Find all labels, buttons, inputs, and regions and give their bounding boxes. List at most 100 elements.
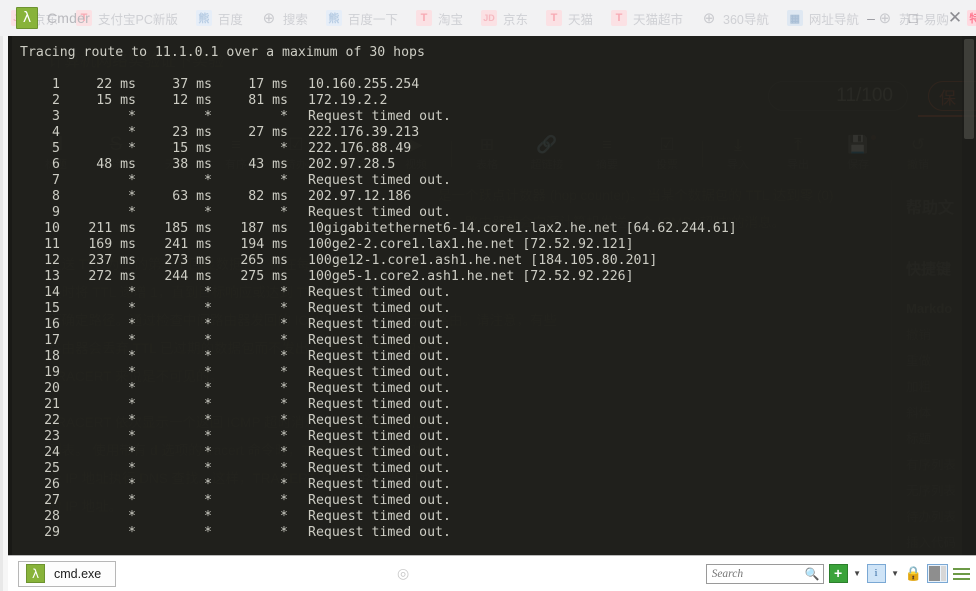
hop-host: Request timed out.	[308, 445, 451, 461]
rtt-2: *	[204, 285, 212, 301]
hop-host: Request timed out.	[308, 109, 451, 125]
rtt-3: *	[280, 429, 288, 445]
rtt-3: *	[280, 333, 288, 349]
rtt-3: 187 ms	[240, 221, 288, 237]
terminal-scrollbar-thumb[interactable]	[964, 39, 974, 139]
hop-host: Request timed out.	[308, 397, 451, 413]
rtt-3: *	[280, 317, 288, 333]
hop-host: 202.97.12.186	[308, 189, 412, 205]
new-console-button[interactable]: +	[828, 564, 848, 583]
rtt-3: *	[280, 365, 288, 381]
terminal-scrollbar[interactable]	[962, 36, 976, 555]
rtt-2: *	[204, 381, 212, 397]
rtt-1: *	[128, 141, 136, 157]
tracert-hop-row: 25 * * * Request timed out.	[20, 461, 948, 477]
hop-number: 12	[44, 253, 60, 269]
minimize-button[interactable]: –	[850, 0, 892, 36]
rtt-1: *	[128, 397, 136, 413]
hop-number: 13	[44, 269, 60, 285]
tab-cmd-exe[interactable]: λ cmd.exe	[18, 560, 117, 587]
tracert-header-line: Tracing route to 11.1.0.1 over a maximum…	[20, 45, 425, 60]
tracert-hop-row: 21 * * * Request timed out.	[20, 397, 948, 413]
rtt-1: *	[128, 189, 136, 205]
rtt-2: *	[204, 349, 212, 365]
tracert-hop-row: 3 * * * Request timed out.	[20, 109, 948, 125]
rtt-1: *	[128, 349, 136, 365]
tracert-hop-row: 26 * * * Request timed out.	[20, 477, 948, 493]
tracert-hop-row: 20 * * * Request timed out.	[20, 381, 948, 397]
hop-number: 22	[44, 413, 60, 429]
rtt-1: *	[128, 109, 136, 125]
rtt-1: *	[128, 477, 136, 493]
hop-host: 202.97.28.5	[308, 157, 396, 173]
rtt-2: *	[204, 413, 212, 429]
hop-host: Request timed out.	[308, 349, 451, 365]
rtt-3: 17 ms	[248, 77, 288, 93]
close-button[interactable]: ✕	[934, 0, 976, 36]
split-panel-icon[interactable]	[927, 564, 948, 583]
rtt-3: *	[280, 141, 288, 157]
rtt-2: 244 ms	[164, 269, 212, 285]
rtt-1: *	[128, 509, 136, 525]
tracert-hop-row: 5 * 15 ms * 222.176.88.49	[20, 141, 948, 157]
maximize-button[interactable]: □	[892, 0, 934, 36]
hop-number: 9	[52, 205, 60, 221]
rtt-3: *	[280, 461, 288, 477]
rtt-3: *	[280, 173, 288, 189]
new-console-caret-icon[interactable]: ▼	[853, 569, 862, 578]
rtt-1: 169 ms	[88, 237, 136, 253]
hop-host: 100ge5-1.core2.ash1.he.net [72.52.92.226…	[308, 269, 634, 285]
hop-host: Request timed out.	[308, 285, 451, 301]
hop-number: 26	[44, 477, 60, 493]
rtt-3: *	[280, 381, 288, 397]
hop-host: Request timed out.	[308, 461, 451, 477]
rtt-3: *	[280, 349, 288, 365]
tracert-hop-row: 17 * * * Request timed out.	[20, 333, 948, 349]
rtt-3: *	[280, 525, 288, 541]
hop-number: 21	[44, 397, 60, 413]
status-bar-controls: 🔍 + ▼ i ▼ 🔒	[705, 563, 970, 584]
hop-host: 100ge12-1.core1.ash1.he.net [184.105.80.…	[308, 253, 658, 269]
tracert-hop-row: 28 * * * Request timed out.	[20, 509, 948, 525]
rtt-2: *	[204, 173, 212, 189]
rtt-3: *	[280, 477, 288, 493]
rtt-1: *	[128, 525, 136, 541]
terminal-output: Tracing route to 11.1.0.1 over a maximum…	[20, 45, 948, 555]
title-bar[interactable]: λ Cmder – □ ✕	[8, 0, 976, 36]
hop-number: 10	[44, 221, 60, 237]
info-caret-icon[interactable]: ▼	[891, 569, 900, 578]
tracert-hop-row: 23 * * * Request timed out.	[20, 429, 948, 445]
hop-number: 5	[52, 141, 60, 157]
hop-host: Request timed out.	[308, 413, 451, 429]
rtt-1: *	[128, 365, 136, 381]
rtt-1: *	[128, 333, 136, 349]
tracert-hop-row: 16 * * * Request timed out.	[20, 317, 948, 333]
hamburger-icon[interactable]	[953, 567, 970, 580]
tracert-hop-row: 14 * * * Request timed out.	[20, 285, 948, 301]
info-button[interactable]: i	[866, 564, 886, 583]
lambda-icon: λ	[26, 564, 45, 583]
rtt-3: *	[280, 413, 288, 429]
hop-number: 19	[44, 365, 60, 381]
lock-icon[interactable]: 🔒	[905, 565, 922, 582]
terminal-left-edge	[8, 36, 12, 555]
hop-number: 16	[44, 317, 60, 333]
rtt-1: 48 ms	[96, 157, 136, 173]
rtt-3: *	[280, 445, 288, 461]
rtt-2: *	[204, 333, 212, 349]
hop-number: 14	[44, 285, 60, 301]
rtt-3: *	[280, 109, 288, 125]
hop-host: Request timed out.	[308, 173, 451, 189]
rtt-2: *	[204, 365, 212, 381]
terminal-window: λ Cmder – □ ✕ Tracing route to 11.1.0.1 …	[8, 0, 976, 591]
terminal-console[interactable]: Tracing route to 11.1.0.1 over a maximum…	[8, 36, 976, 555]
hop-host: Request timed out.	[308, 429, 451, 445]
search-input-wrapper[interactable]: 🔍	[705, 563, 824, 584]
rtt-2: *	[204, 301, 212, 317]
crosshair-icon[interactable]: ◎	[397, 565, 409, 582]
hop-number: 27	[44, 493, 60, 509]
magnifier-icon[interactable]: 🔍	[805, 567, 820, 581]
rtt-2: *	[204, 317, 212, 333]
rtt-2: 185 ms	[164, 221, 212, 237]
search-input[interactable]	[711, 567, 805, 580]
